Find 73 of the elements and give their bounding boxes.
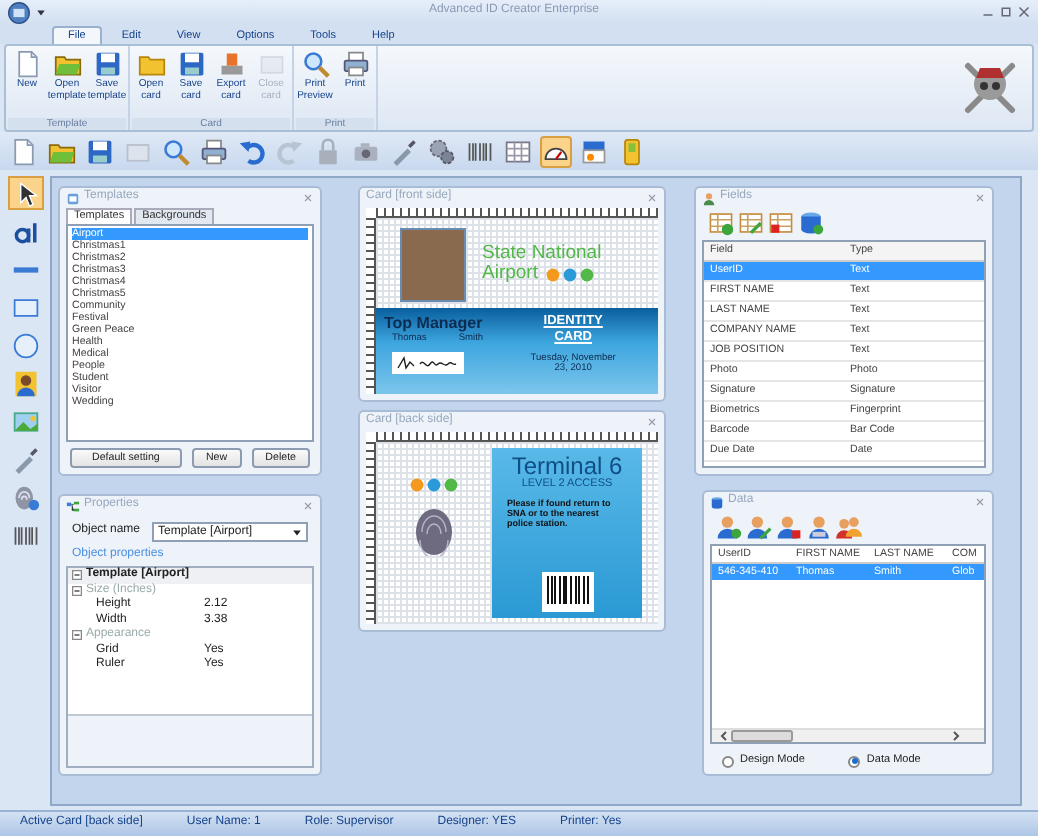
image-icon: [12, 407, 40, 435]
database-icon: [710, 495, 724, 509]
close-icon[interactable]: [646, 416, 658, 428]
barcode-drawing: [541, 572, 593, 612]
document-icon: [10, 137, 38, 165]
toolbar-button[interactable]: [388, 135, 420, 167]
table-add-icon[interactable]: [708, 210, 734, 236]
pen-icon: [390, 137, 418, 165]
magnifier-icon: [301, 50, 329, 78]
close-icon[interactable]: [1018, 6, 1030, 18]
users-icon[interactable]: [836, 514, 862, 540]
rectangle-icon: [12, 293, 40, 321]
photo-placeholder: [400, 228, 466, 302]
barcode-icon: [466, 137, 494, 165]
folder-icon: [53, 50, 81, 78]
camera-icon: [352, 137, 380, 165]
pen-icon: [12, 445, 40, 473]
job-title: Top Manager: [384, 314, 484, 333]
tree-icon: [66, 499, 80, 513]
printer-icon: [200, 137, 228, 165]
user-icon: [702, 191, 716, 205]
user-edit-icon[interactable]: [746, 514, 772, 540]
redo-icon: [276, 137, 304, 165]
dots-drawing: [545, 267, 594, 281]
id-card-icon: [580, 137, 608, 165]
document-icon: [13, 50, 41, 78]
toolbar-button[interactable]: [540, 135, 572, 167]
card-icon: [257, 50, 285, 78]
padlock-icon: [314, 137, 342, 165]
terminal-heading: Terminal 6: [511, 454, 623, 478]
export-icon: [217, 50, 245, 78]
toolbar-button[interactable]: [426, 135, 458, 167]
close-icon[interactable]: [974, 192, 986, 204]
close-icon[interactable]: [646, 192, 658, 204]
tool-button[interactable]: [8, 176, 44, 210]
app-orb-icon[interactable]: [8, 1, 30, 23]
collapse-icon[interactable]: [72, 630, 82, 641]
barcode-icon: [12, 521, 40, 549]
close-icon[interactable]: [302, 500, 314, 512]
card-heading: State National: [482, 244, 602, 264]
phone-icon: [618, 137, 646, 165]
user-delete-icon[interactable]: [776, 514, 802, 540]
close-icon[interactable]: [974, 496, 986, 508]
user-icon[interactable]: [806, 514, 832, 540]
fingerprint-icon: [12, 483, 40, 511]
horizontal-scrollbar[interactable]: [720, 730, 960, 743]
card-heading: Airport: [482, 264, 538, 284]
text-tool-icon: [12, 217, 40, 245]
toolbar-button[interactable]: [84, 135, 116, 167]
database-icon[interactable]: [798, 210, 824, 236]
person-icon: [12, 369, 40, 397]
fingerprint-drawing: [414, 508, 454, 556]
table-icon: [504, 137, 532, 165]
signature-drawing: [392, 352, 464, 375]
table-edit-icon[interactable]: [738, 210, 764, 236]
ellipse-icon: [12, 331, 40, 359]
maximize-icon[interactable]: [1000, 6, 1012, 18]
table-delete-icon[interactable]: [768, 210, 794, 236]
printer-icon: [341, 50, 369, 78]
dots-drawing: [410, 478, 458, 492]
undo-icon: [238, 137, 266, 165]
close-icon[interactable]: [302, 192, 314, 204]
user-add-icon[interactable]: [716, 514, 742, 540]
magnifier-icon: [162, 137, 190, 165]
collapse-icon[interactable]: [72, 570, 82, 581]
skull-drawing: [960, 58, 1020, 118]
panel-icon: [66, 191, 80, 205]
collapse-icon[interactable]: [72, 585, 82, 596]
caret-icon: [292, 527, 302, 537]
caret-icon[interactable]: [36, 7, 46, 17]
folder-icon: [137, 50, 165, 78]
gears-icon: [428, 137, 456, 165]
toolbar-button[interactable]: [198, 135, 230, 167]
